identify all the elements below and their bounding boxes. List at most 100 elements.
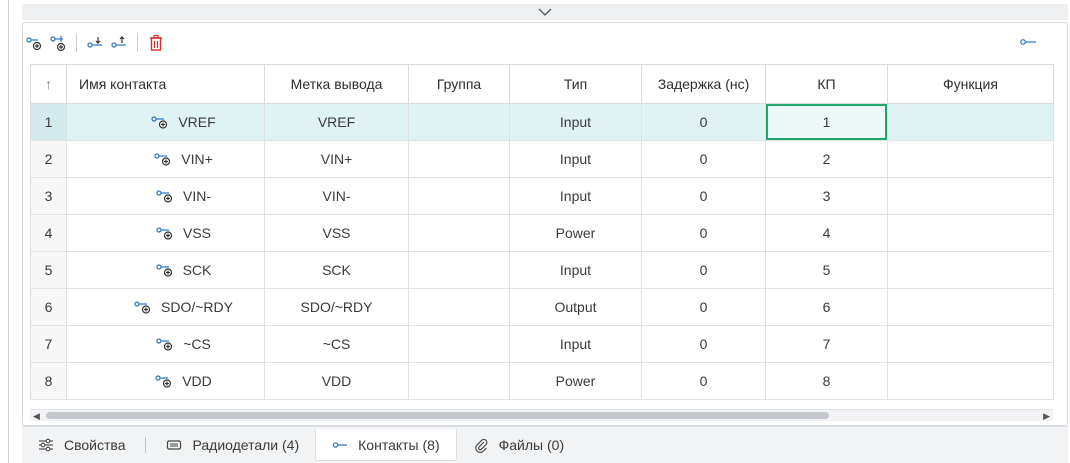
delay-cell[interactable]: 0 xyxy=(641,103,766,141)
kp-cell[interactable]: 1 xyxy=(765,103,888,141)
function-cell[interactable] xyxy=(887,214,1054,252)
tab-components[interactable]: Радиодетали (4) xyxy=(150,429,315,461)
function-cell[interactable] xyxy=(887,140,1054,178)
row-number[interactable]: 2 xyxy=(30,140,67,178)
pin-label-cell[interactable]: VDD xyxy=(264,362,409,400)
group-cell[interactable] xyxy=(408,362,510,400)
delay-cell[interactable]: 0 xyxy=(641,325,766,363)
horizontal-scrollbar[interactable]: ◀ ▶ xyxy=(30,409,1053,421)
left-divider xyxy=(8,0,9,463)
group-cell[interactable] xyxy=(408,140,510,178)
kp-cell[interactable]: 2 xyxy=(765,140,888,178)
add-pin-group-button[interactable] xyxy=(46,31,70,55)
table-row[interactable]: 4 VSS VSS Power 0 4 xyxy=(30,214,1054,252)
table-row[interactable]: 8 VDD VDD Power 0 8 xyxy=(30,362,1054,400)
function-cell[interactable] xyxy=(887,288,1054,326)
pin-view-icon xyxy=(1020,39,1036,45)
pin-name-cell[interactable]: VIN- xyxy=(66,177,265,215)
kp-cell[interactable]: 3 xyxy=(765,177,888,215)
type-cell[interactable]: Input xyxy=(509,251,642,289)
pin-label-cell[interactable]: VIN- xyxy=(264,177,409,215)
function-cell[interactable] xyxy=(887,362,1054,400)
type-cell[interactable]: Input xyxy=(509,177,642,215)
move-pin-up-button[interactable] xyxy=(107,31,131,55)
table-row[interactable]: 3 VIN- VIN- Input 0 3 xyxy=(30,177,1054,215)
type-cell[interactable]: Power xyxy=(509,214,642,252)
column-header-pin-label[interactable]: Метка вывода xyxy=(264,64,409,104)
row-number[interactable]: 6 xyxy=(30,288,67,326)
delete-pin-button[interactable] xyxy=(144,31,168,55)
type-cell[interactable]: Input xyxy=(509,140,642,178)
function-cell[interactable] xyxy=(887,103,1054,141)
kp-cell[interactable]: 7 xyxy=(765,325,888,363)
kp-cell[interactable]: 4 xyxy=(765,214,888,252)
delay-cell[interactable]: 0 xyxy=(641,177,766,215)
type-cell[interactable]: Input xyxy=(509,325,642,363)
group-cell[interactable] xyxy=(408,325,510,363)
kp-cell[interactable]: 6 xyxy=(765,288,888,326)
pin-name-cell[interactable]: VDD xyxy=(66,362,265,400)
pin-label-cell[interactable]: VREF xyxy=(264,103,409,141)
delay-cell[interactable]: 0 xyxy=(641,214,766,252)
delay-cell[interactable]: 0 xyxy=(641,362,766,400)
function-cell[interactable] xyxy=(887,325,1054,363)
move-pin-down-button[interactable] xyxy=(83,31,107,55)
table-row[interactable]: 5 SCK SCK Input 0 5 xyxy=(30,251,1054,289)
row-number[interactable]: 5 xyxy=(30,251,67,289)
type-cell[interactable]: Input xyxy=(509,103,642,141)
pin-label-cell[interactable]: ~CS xyxy=(264,325,409,363)
pin-label-cell[interactable]: SCK xyxy=(264,251,409,289)
pin-label-cell[interactable]: VSS xyxy=(264,214,409,252)
component-chip-icon xyxy=(167,440,182,450)
row-number[interactable]: 3 xyxy=(30,177,67,215)
scroll-left-arrow-icon[interactable]: ◀ xyxy=(33,411,40,422)
pin-name-cell[interactable]: SCK xyxy=(66,251,265,289)
table-row[interactable]: 2 VIN+ VIN+ Input 0 2 xyxy=(30,140,1054,178)
pin-name-cell[interactable]: VREF xyxy=(66,103,265,141)
add-pin-button[interactable] xyxy=(22,31,46,55)
pin-name-cell[interactable]: VSS xyxy=(66,214,265,252)
pin-name-cell[interactable]: SDO/~RDY xyxy=(66,288,265,326)
tab-files[interactable]: Файлы (0) xyxy=(457,429,580,461)
pin-label-cell[interactable]: SDO/~RDY xyxy=(264,288,409,326)
type-cell[interactable]: Power xyxy=(509,362,642,400)
delay-cell[interactable]: 0 xyxy=(641,288,766,326)
group-cell[interactable] xyxy=(408,177,510,215)
tab-properties[interactable]: Свойства xyxy=(22,429,141,461)
table-row[interactable]: 6 SDO/~RDY SDO/~RDY Output 0 6 xyxy=(30,288,1054,326)
row-number[interactable]: 1 xyxy=(30,103,67,141)
scrollbar-thumb[interactable] xyxy=(46,412,829,419)
pin-name-cell[interactable]: VIN+ xyxy=(66,140,265,178)
tab-pins[interactable]: Контакты (8) xyxy=(315,429,457,461)
function-cell[interactable] xyxy=(887,251,1054,289)
column-header-kp[interactable]: КП xyxy=(765,64,888,104)
chevron-down-icon[interactable] xyxy=(538,7,552,17)
delay-cell[interactable]: 0 xyxy=(641,140,766,178)
row-number[interactable]: 8 xyxy=(30,362,67,400)
scroll-right-arrow-icon[interactable]: ▶ xyxy=(1043,411,1050,422)
kp-cell[interactable]: 8 xyxy=(765,362,888,400)
column-header-sort[interactable]: ↑ xyxy=(30,64,67,104)
pin-label-cell[interactable]: VIN+ xyxy=(264,140,409,178)
column-header-type[interactable]: Тип xyxy=(509,64,642,104)
kp-cell[interactable]: 5 xyxy=(765,251,888,289)
table-row[interactable]: 7 ~CS ~CS Input 0 7 xyxy=(30,325,1054,363)
row-number[interactable]: 7 xyxy=(30,325,67,363)
pin-view-button[interactable] xyxy=(1016,33,1040,51)
column-header-group[interactable]: Группа xyxy=(408,64,510,104)
delay-cell[interactable]: 0 xyxy=(641,251,766,289)
group-cell[interactable] xyxy=(408,288,510,326)
pin-name-cell[interactable]: ~CS xyxy=(66,325,265,363)
table-row[interactable]: 1 VREF VREF Input 0 1 xyxy=(30,103,1054,141)
column-header-delay[interactable]: Задержка (нс) xyxy=(641,64,766,104)
column-header-function[interactable]: Функция xyxy=(887,64,1054,104)
function-cell[interactable] xyxy=(887,177,1054,215)
row-number[interactable]: 4 xyxy=(30,214,67,252)
group-cell[interactable] xyxy=(408,251,510,289)
type-cell[interactable]: Output xyxy=(509,288,642,326)
column-header-pin-name[interactable]: Имя контакта xyxy=(66,64,265,104)
group-cell[interactable] xyxy=(408,214,510,252)
collapse-panel-bar[interactable] xyxy=(22,4,1068,20)
tab-label: Контакты (8) xyxy=(358,436,440,453)
group-cell[interactable] xyxy=(408,103,510,141)
